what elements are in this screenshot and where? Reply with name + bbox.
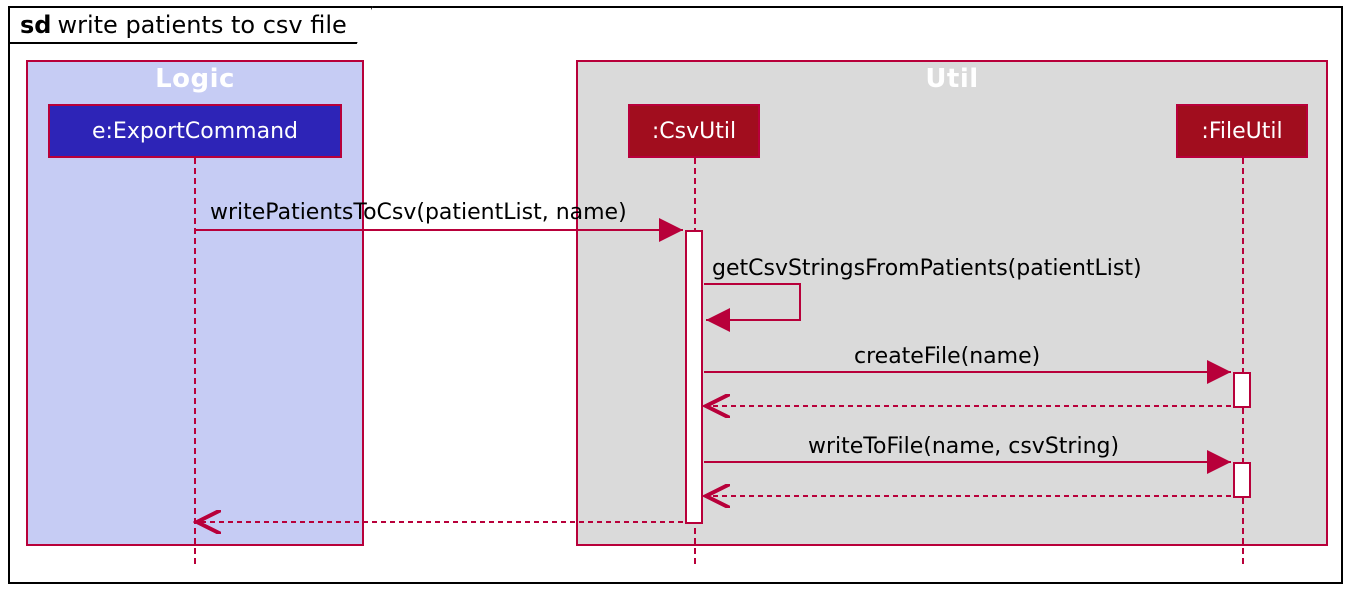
label-writePatientsToCsv: writePatientsToCsv(patientList, name) <box>210 200 627 225</box>
sequence-diagram-frame: sd write patients to csv file Logic Util… <box>8 6 1343 584</box>
label-getCsvStringsFromPatients: getCsvStringsFromPatients(patientList) <box>712 256 1142 281</box>
message-arrows <box>10 8 1345 586</box>
label-writeToFile: writeToFile(name, csvString) <box>808 434 1119 459</box>
arrow-getCsvStringsFromPatients <box>704 284 800 320</box>
label-createFile: createFile(name) <box>854 344 1040 369</box>
